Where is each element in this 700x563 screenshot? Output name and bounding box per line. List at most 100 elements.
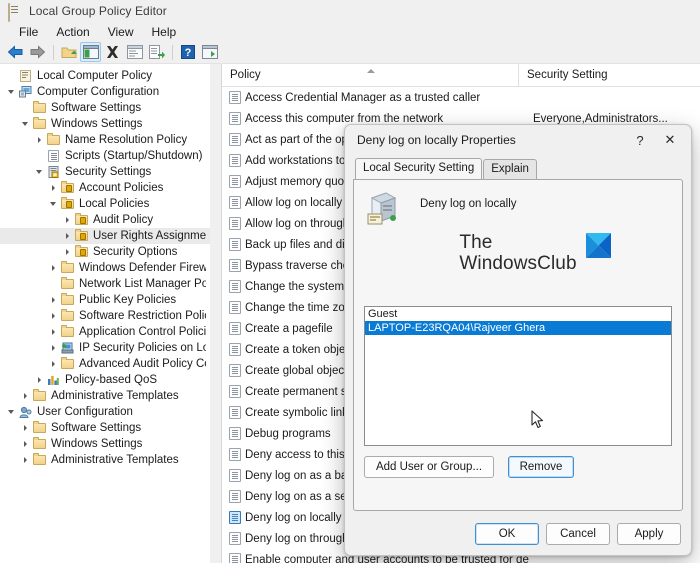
console-tree-panel[interactable]: Local Computer Policy Computer Configurat…	[0, 64, 211, 563]
chevron-right-icon[interactable]	[46, 293, 60, 307]
tree-node-label: Local Policies	[79, 198, 150, 210]
dialog-help-button[interactable]: ?	[625, 128, 655, 152]
tree-node[interactable]: Audit Policy	[0, 212, 210, 228]
folder-icon	[32, 421, 47, 435]
tree-node[interactable]: Software Settings	[0, 420, 210, 436]
tree-node[interactable]: Local Computer Policy	[0, 68, 210, 84]
chevron-down-icon[interactable]	[46, 197, 60, 211]
delete-button[interactable]	[102, 42, 123, 62]
policy-icon	[228, 216, 245, 231]
ok-button[interactable]: OK	[475, 523, 539, 545]
chevron-right-icon[interactable]	[18, 389, 32, 403]
chevron-right-icon[interactable]	[46, 325, 60, 339]
policy-name: Access this computer from the network	[245, 112, 444, 125]
tree-node[interactable]: Security Settings	[0, 164, 210, 180]
chevron-right-icon[interactable]	[32, 373, 46, 387]
chevron-right-icon[interactable]	[18, 453, 32, 467]
window-title: Local Group Policy Editor	[29, 4, 167, 18]
qos-bars-icon	[46, 373, 61, 387]
up-one-level-button[interactable]	[58, 42, 79, 62]
policy-icon	[228, 237, 245, 252]
chevron-right-icon[interactable]	[60, 213, 74, 227]
tree-node[interactable]: Windows Settings	[0, 436, 210, 452]
tree-node[interactable]: Network List Manager Polici	[0, 276, 210, 292]
listbox-item-selected-account[interactable]: LAPTOP-E23RQA04\Rajveer Ghera	[365, 321, 671, 335]
properties-button[interactable]	[124, 42, 145, 62]
chevron-right-icon[interactable]	[46, 261, 60, 275]
tree-node-label: Policy-based QoS	[65, 374, 158, 386]
dialog-close-button[interactable]: ✕	[655, 128, 685, 152]
tree-node[interactable]: Name Resolution Policy	[0, 132, 210, 148]
chevron-down-icon[interactable]	[32, 165, 46, 179]
chevron-right-icon[interactable]	[18, 437, 32, 451]
tree-node[interactable]: Computer Configuration	[0, 84, 210, 100]
watermark-line-2: WindowsClub	[459, 253, 577, 274]
action-pane-toggle-button[interactable]	[199, 42, 220, 62]
column-header-policy[interactable]: Policy	[222, 64, 519, 86]
chevron-right-icon[interactable]	[46, 357, 60, 371]
apply-button[interactable]: Apply	[617, 523, 681, 545]
tree-node[interactable]: Account Policies	[0, 180, 210, 196]
policy-icon	[228, 300, 245, 315]
back-button[interactable]	[5, 42, 26, 62]
tree-node[interactable]: Local Policies	[0, 196, 210, 212]
tree-node[interactable]: Advanced Audit Policy Conf	[0, 356, 210, 372]
console-tree-toggle-button[interactable]	[80, 42, 101, 62]
cancel-button[interactable]: Cancel	[546, 523, 610, 545]
windowsclub-logo-icon	[585, 233, 611, 258]
remove-button[interactable]: Remove	[508, 456, 574, 478]
policy-icon	[228, 195, 245, 210]
chevron-down-icon[interactable]	[4, 405, 18, 419]
chevron-right-icon[interactable]	[46, 181, 60, 195]
policy-row[interactable]: Access Credential Manager as a trusted c…	[222, 87, 700, 108]
forward-button[interactable]	[27, 42, 48, 62]
chevron-right-icon[interactable]	[46, 309, 60, 323]
help-question-button[interactable]: ?	[177, 42, 198, 62]
tab-explain[interactable]: Explain	[483, 159, 537, 179]
chevron-right-icon[interactable]	[32, 133, 46, 147]
tree-node[interactable]: Security Options	[0, 244, 210, 260]
policy-icon	[228, 447, 245, 462]
tree-node-label: Audit Policy	[93, 214, 154, 226]
listbox-item-guest[interactable]: Guest	[365, 307, 671, 321]
menu-item-view[interactable]: View	[99, 24, 143, 40]
tree-node[interactable]: Public Key Policies	[0, 292, 210, 308]
tree-node[interactable]: Administrative Templates	[0, 452, 210, 468]
chevron-right-icon[interactable]	[60, 245, 74, 259]
tree-node-label: Local Computer Policy	[37, 70, 153, 82]
tree-node[interactable]: Policy-based QoS	[0, 372, 210, 388]
tree-node[interactable]: Scripts (Startup/Shutdown)	[0, 148, 210, 164]
tree-node[interactable]: Administrative Templates	[0, 388, 210, 404]
folder-lock-icon	[74, 213, 89, 227]
export-list-button[interactable]	[146, 42, 167, 62]
toolbar-separator	[53, 44, 54, 60]
policy-icon	[228, 468, 245, 483]
tree-node-label: Computer Configuration	[37, 86, 160, 98]
console-tree: Local Computer Policy Computer Configurat…	[0, 64, 210, 468]
chevron-down-icon[interactable]	[4, 85, 18, 99]
tab-local-security-setting[interactable]: Local Security Setting	[355, 158, 483, 179]
svg-text:?: ?	[184, 47, 191, 59]
tree-node[interactable]: Windows Settings	[0, 116, 210, 132]
menu-item-file[interactable]: File	[10, 24, 47, 40]
tree-node[interactable]: Software Restriction Policies	[0, 308, 210, 324]
tree-node-label: Security Options	[93, 246, 178, 258]
tree-node-label: Software Restriction Policies	[79, 310, 206, 322]
tree-node[interactable]: IP Security Policies on Local	[0, 340, 210, 356]
column-header-security-setting[interactable]: Security Setting	[519, 64, 699, 86]
add-user-or-group-button[interactable]: Add User or Group...	[364, 456, 494, 478]
panel-splitter[interactable]	[210, 64, 221, 563]
tree-node[interactable]: User Rights Assignment	[0, 228, 210, 244]
user-group-listbox[interactable]: Guest LAPTOP-E23RQA04\Rajveer Ghera	[364, 306, 672, 446]
tree-node[interactable]: Windows Defender Firewall	[0, 260, 210, 276]
tree-node[interactable]: User Configuration	[0, 404, 210, 420]
menu-item-action[interactable]: Action	[47, 24, 98, 40]
menu-item-help[interactable]: Help	[143, 24, 186, 40]
tree-node[interactable]: Software Settings	[0, 100, 210, 116]
chevron-right-icon[interactable]	[46, 341, 60, 355]
chevron-right-icon[interactable]	[60, 229, 74, 243]
chevron-down-icon[interactable]	[18, 117, 32, 131]
chevron-right-icon[interactable]	[18, 421, 32, 435]
tree-node[interactable]: Application Control Policies	[0, 324, 210, 340]
deny-log-on-locally-properties-dialog: Deny log on locally Properties ? ✕ Local…	[344, 124, 692, 556]
